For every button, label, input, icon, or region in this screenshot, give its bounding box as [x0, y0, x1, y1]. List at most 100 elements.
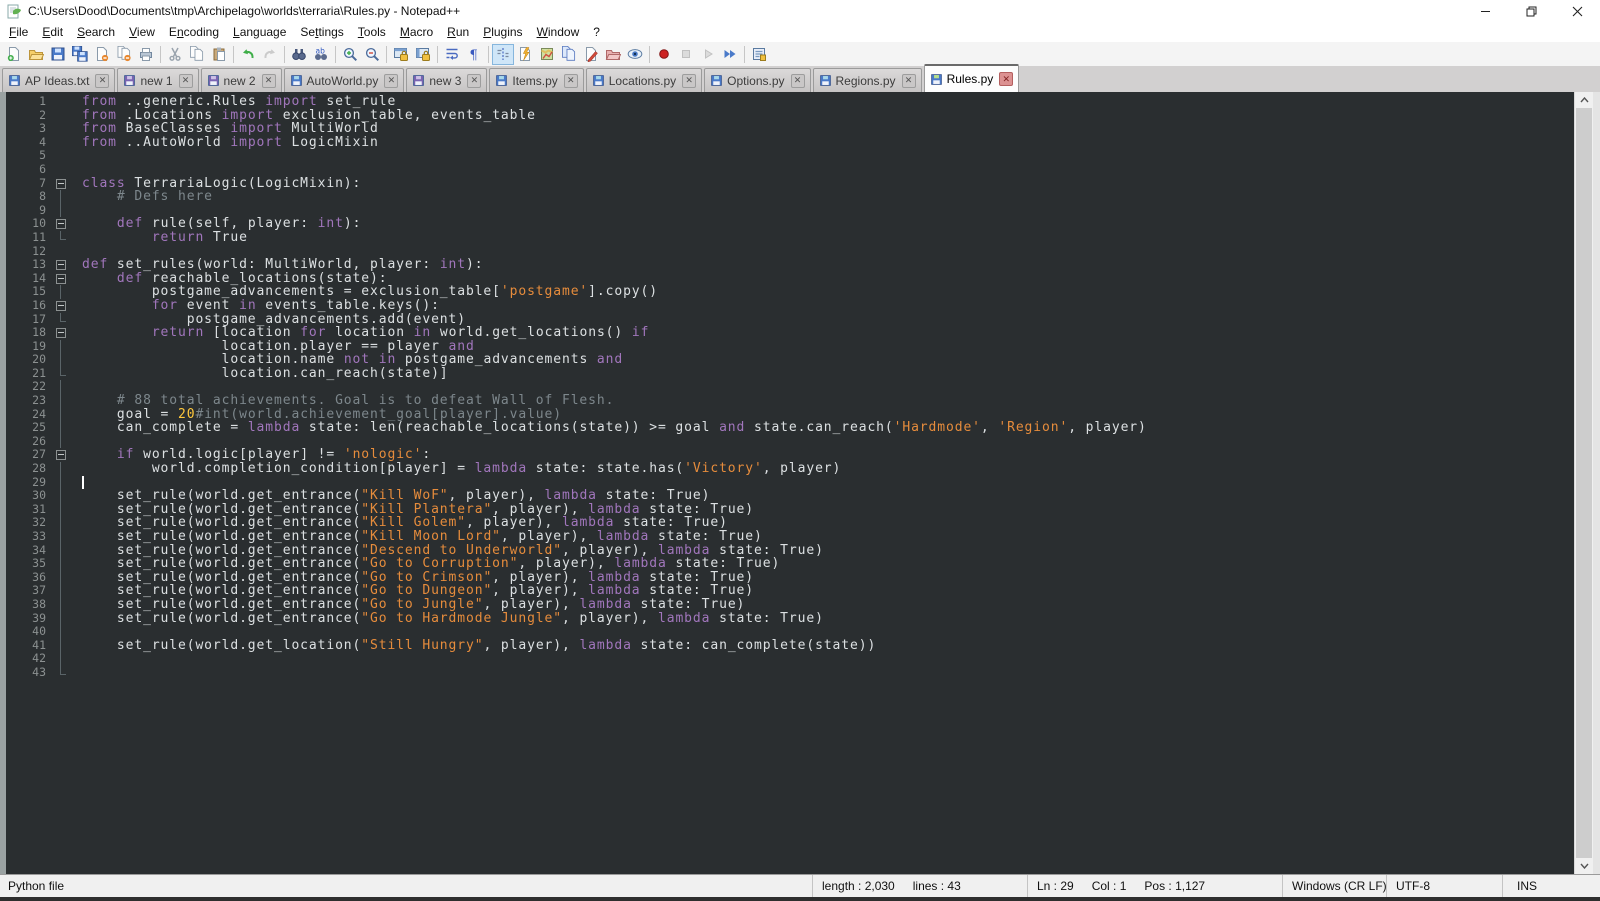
file-monitor-icon[interactable] [624, 44, 646, 65]
fold-margin[interactable] [54, 272, 68, 286]
code-line[interactable]: 40 [6, 625, 1574, 639]
code-line[interactable]: 33 set_rule(world.get_entrance("Kill Moo… [6, 530, 1574, 544]
code-line[interactable]: 10 def rule(self, player: int): [6, 217, 1574, 231]
document-map-icon[interactable] [536, 44, 558, 65]
code-line[interactable]: 31 set_rule(world.get_entrance("Kill Pla… [6, 503, 1574, 517]
indent-guide-icon[interactable] [492, 44, 514, 65]
menu-help[interactable]: ? [586, 23, 607, 41]
close-file-icon[interactable] [91, 44, 113, 65]
code-line[interactable]: 2from .Locations import exclusion_table,… [6, 109, 1574, 123]
code-line[interactable]: 12 [6, 245, 1574, 259]
save-icon[interactable] [47, 44, 69, 65]
tab-close-icon[interactable]: ✕ [999, 72, 1013, 86]
macro-save-icon[interactable] [748, 44, 770, 65]
redo-icon[interactable] [259, 44, 281, 65]
show-all-characters-icon[interactable]: ¶ [463, 44, 485, 65]
tab-options-py[interactable]: Options.py✕ [704, 68, 810, 92]
code-line[interactable]: 6 [6, 163, 1574, 177]
tab-autoworld-py[interactable]: AutoWorld.py✕ [284, 68, 405, 92]
scroll-down-arrow[interactable] [1575, 858, 1593, 874]
fold-margin[interactable] [54, 326, 68, 340]
replace-icon[interactable]: ab [310, 44, 332, 65]
tab-close-icon[interactable]: ✕ [791, 74, 805, 88]
function-list-icon[interactable] [514, 44, 536, 65]
code-line[interactable]: 43 [6, 666, 1574, 680]
code-editor[interactable]: 1from ..generic.Rules import set_rule2fr… [0, 92, 1600, 874]
tab-rules-py[interactable]: Rules.py✕ [924, 64, 1020, 92]
code-line[interactable]: 21 location.can_reach(state)] [6, 367, 1574, 381]
find-icon[interactable] [288, 44, 310, 65]
edit-marker-icon[interactable] [580, 44, 602, 65]
tab-close-icon[interactable]: ✕ [179, 74, 193, 88]
tab-regions-py[interactable]: Regions.py✕ [813, 68, 922, 92]
tab-close-icon[interactable]: ✕ [902, 74, 916, 88]
word-wrap-icon[interactable] [441, 44, 463, 65]
tab-close-icon[interactable]: ✕ [384, 74, 398, 88]
code-line[interactable]: 9 [6, 204, 1574, 218]
copy-icon[interactable] [186, 44, 208, 65]
code-line[interactable]: 32 set_rule(world.get_entrance("Kill Gol… [6, 516, 1574, 530]
restore-button[interactable] [1508, 0, 1554, 22]
menu-encoding[interactable]: Encoding [162, 23, 226, 41]
menu-search[interactable]: Search [70, 23, 122, 41]
scrollbar-thumb[interactable] [1576, 108, 1592, 858]
code-line[interactable]: 7class TerrariaLogic(LogicMixin): [6, 177, 1574, 191]
zoom-out-icon[interactable] [361, 44, 383, 65]
tab-close-icon[interactable]: ✕ [95, 74, 109, 88]
tab-close-icon[interactable]: ✕ [564, 74, 578, 88]
save-all-icon[interactable] [69, 44, 91, 65]
code-line[interactable]: 17 postgame_advancements.add(event) [6, 313, 1574, 327]
menu-settings[interactable]: Settings [293, 23, 350, 41]
macro-run-multiple-icon[interactable] [719, 44, 741, 65]
code-line[interactable]: 36 set_rule(world.get_entrance("Go to Cr… [6, 571, 1574, 585]
code-line[interactable]: 1from ..generic.Rules import set_rule [6, 95, 1574, 109]
code-line[interactable]: 15 postgame_advancements = exclusion_tab… [6, 285, 1574, 299]
code-line[interactable]: 27 if world.logic[player] != 'nologic': [6, 448, 1574, 462]
tab-ap-ideas-txt[interactable]: AP Ideas.txt✕ [2, 68, 115, 92]
sync-vertical-icon[interactable] [390, 44, 412, 65]
fold-margin[interactable] [54, 299, 68, 313]
code-line[interactable]: 28 world.completion_condition[player] = … [6, 462, 1574, 476]
print-icon[interactable] [135, 44, 157, 65]
menu-view[interactable]: View [122, 23, 162, 41]
macro-record-icon[interactable] [653, 44, 675, 65]
code-line[interactable]: 3from BaseClasses import MultiWorld [6, 122, 1574, 136]
tab-new-3[interactable]: new 3✕ [406, 68, 487, 92]
cut-icon[interactable] [164, 44, 186, 65]
tab-new-1[interactable]: new 1✕ [117, 68, 198, 92]
code-line[interactable]: 38 set_rule(world.get_entrance("Go to Ju… [6, 598, 1574, 612]
tab-close-icon[interactable]: ✕ [682, 74, 696, 88]
code-line[interactable]: 11 return True [6, 231, 1574, 245]
undo-icon[interactable] [237, 44, 259, 65]
close-button[interactable] [1554, 0, 1600, 22]
fold-margin[interactable] [54, 258, 68, 272]
tab-close-icon[interactable]: ✕ [262, 74, 276, 88]
fold-margin[interactable] [54, 217, 68, 231]
folder-workspace-icon[interactable] [602, 44, 624, 65]
code-line[interactable]: 13def set_rules(world: MultiWorld, playe… [6, 258, 1574, 272]
minimize-button[interactable] [1462, 0, 1508, 22]
menu-file[interactable]: File [2, 23, 35, 41]
close-all-icon[interactable] [113, 44, 135, 65]
fold-margin[interactable] [54, 177, 68, 191]
code-line[interactable]: 16 for event in events_table.keys(): [6, 299, 1574, 313]
sync-horizontal-icon[interactable] [412, 44, 434, 65]
tab-locations-py[interactable]: Locations.py✕ [586, 68, 702, 92]
document-switcher-icon[interactable] [558, 44, 580, 65]
menu-language[interactable]: Language [226, 23, 293, 41]
macro-play-icon[interactable] [697, 44, 719, 65]
code-line[interactable]: 5 [6, 149, 1574, 163]
paste-icon[interactable] [208, 44, 230, 65]
code-line[interactable]: 37 set_rule(world.get_entrance("Go to Du… [6, 584, 1574, 598]
code-line[interactable]: 19 location.player == player and [6, 340, 1574, 354]
menu-window[interactable]: Window [530, 23, 587, 41]
code-line[interactable]: 35 set_rule(world.get_entrance("Go to Co… [6, 557, 1574, 571]
menu-run[interactable]: Run [440, 23, 476, 41]
open-folder-icon[interactable] [25, 44, 47, 65]
code-line[interactable]: 39 set_rule(world.get_entrance("Go to Ha… [6, 612, 1574, 626]
code-line[interactable]: 30 set_rule(world.get_entrance("Kill WoF… [6, 489, 1574, 503]
code-line[interactable]: 29 [6, 476, 1574, 490]
code-line[interactable]: 22 [6, 380, 1574, 394]
code-line[interactable]: 26 [6, 435, 1574, 449]
code-line[interactable]: 24 goal = 20#int(world.achievement_goal[… [6, 408, 1574, 422]
